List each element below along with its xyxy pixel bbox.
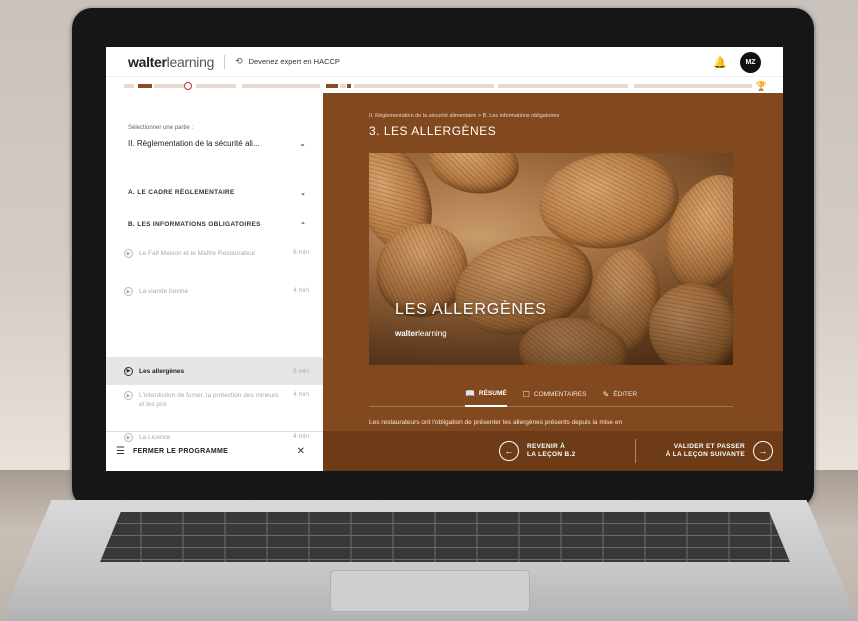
lesson-navigation: ← REVENIR À LA LEÇON B.2 VALIDER ET PASS…	[323, 431, 783, 471]
next-lesson-label: VALIDER ET PASSER À LA LEÇON SUIVANTE	[666, 443, 745, 459]
program-sidebar: Sélectionner une partie : II. Règlementa…	[106, 93, 323, 471]
lesson-tabs: 📖 RÉSUMÉ ☐ COMMENTAIRES ✎ ÉDITER	[369, 383, 733, 407]
progress-segment	[340, 84, 346, 88]
tab-summary-label: RÉSUMÉ	[478, 390, 507, 397]
close-icon[interactable]: ✕	[297, 446, 305, 457]
play-icon: ▶	[124, 366, 133, 376]
hero-brand-light: learning	[418, 329, 447, 338]
logo-light: learning	[166, 53, 215, 70]
tab-comments[interactable]: ☐ COMMENTAIRES	[523, 383, 587, 407]
course-icon: ⟲	[235, 56, 243, 66]
menu-icon: ☰	[116, 446, 125, 457]
pencil-icon: ✎	[602, 390, 610, 399]
section-b-label: B. LES INFORMATIONS OBLIGATOIRES	[128, 221, 261, 228]
close-program-bar[interactable]: ☰ FERMER LE PROGRAMME ✕	[106, 431, 323, 471]
play-icon: ▶	[124, 391, 133, 400]
lesson-hero-image[interactable]: LES ALLERGÈNES walterlearning	[369, 153, 733, 365]
progress-segment-done	[347, 84, 351, 88]
previous-lesson-button[interactable]: ← REVENIR À LA LEÇON B.2	[499, 441, 576, 461]
lesson-item[interactable]: ▶ Le Fait Maison et le Maître Restaurate…	[124, 249, 309, 258]
progress-current-marker	[184, 82, 192, 90]
book-icon: 📖	[464, 389, 475, 398]
chevron-up-icon: ⌃	[300, 222, 306, 229]
lesson-title: L'interdiction de fumer, la protection d…	[139, 392, 279, 408]
tab-edit-label: ÉDITER	[613, 391, 638, 398]
arrow-left-icon: ←	[499, 441, 519, 461]
breadcrumb: II. Règlementation de la sécurité alimen…	[369, 113, 560, 119]
next-lesson-line2: À LA LEÇON SUIVANTE	[665, 451, 745, 458]
progress-segment	[242, 84, 320, 88]
avatar[interactable]: MZ	[740, 52, 761, 73]
chevron-down-icon: ⌄	[299, 139, 306, 148]
section-a-label: A. LE CADRE RÈGLEMENTAIRE	[128, 189, 235, 196]
lesson-item[interactable]: ▶ L'interdiction de fumer, la protection…	[124, 391, 309, 409]
part-select-label: Sélectionner une partie :	[128, 125, 194, 131]
lesson-duration: 4 min	[293, 391, 309, 398]
arrow-right-icon: →	[753, 441, 773, 461]
tab-comments-label: COMMENTAIRES	[533, 391, 587, 398]
chevron-down-icon: ⌄	[300, 190, 306, 197]
progress-segment	[196, 84, 236, 88]
trophy-icon: 🏆	[755, 81, 767, 91]
lesson-duration: 4 min	[293, 287, 309, 294]
lesson-title: Le Fait Maison et le Maître Restaurateur	[139, 250, 256, 257]
hero-brand: walterlearning	[395, 329, 447, 338]
progress-segment	[498, 84, 628, 88]
previous-lesson-line1: REVENIR À	[527, 443, 566, 450]
section-a[interactable]: A. LE CADRE RÈGLEMENTAIRE ⌄	[128, 189, 306, 197]
close-program-label: FERMER LE PROGRAMME	[132, 448, 229, 455]
progress-segment-done	[138, 84, 152, 88]
lesson-item[interactable]: ▶ La viande bovine 4 min	[124, 287, 309, 296]
lesson-content: II. Règlementation de la sécurité alimen…	[323, 93, 783, 471]
progress-segment	[634, 84, 752, 88]
bell-icon[interactable]: 🔔	[713, 56, 727, 69]
progress-segment-done	[326, 84, 338, 88]
hero-brand-bold: walter	[395, 329, 419, 338]
top-header: walterlearning ⟲ Devenez expert en HACCP…	[106, 47, 783, 77]
next-lesson-button[interactable]: VALIDER ET PASSER À LA LEÇON SUIVANTE →	[666, 441, 773, 461]
comment-icon: ☐	[522, 390, 530, 399]
course-title[interactable]: Devenez expert en HACCP	[249, 57, 340, 66]
lesson-title: Les allergènes	[139, 367, 185, 375]
keyboard-rows	[100, 512, 790, 562]
course-progress-bar: 🏆	[106, 81, 783, 91]
play-icon: ▶	[124, 249, 133, 258]
previous-lesson-label: REVENIR À LA LEÇON B.2	[527, 443, 576, 459]
nav-divider	[635, 439, 636, 463]
part-select[interactable]: II. Règlementation de la sécurité ali...…	[128, 139, 306, 148]
progress-segment	[124, 84, 134, 88]
trackpad	[330, 570, 530, 612]
lesson-duration: 8 min	[293, 367, 309, 375]
previous-lesson-line2: LA LEÇON B.2	[527, 451, 576, 458]
header-divider	[224, 54, 226, 69]
laptop-screen: walterlearning ⟲ Devenez expert en HACCP…	[106, 47, 783, 471]
progress-segment	[154, 84, 184, 88]
part-select-value: II. Règlementation de la sécurité ali...	[128, 139, 260, 148]
lesson-duration: 6 min	[293, 249, 309, 256]
tab-summary[interactable]: 📖 RÉSUMÉ	[464, 383, 507, 407]
tab-edit[interactable]: ✎ ÉDITER	[603, 383, 638, 407]
hero-title: LES ALLERGÈNES	[395, 301, 547, 318]
lesson-item-active[interactable]: ▶ Les allergènes 8 min	[106, 357, 323, 385]
walter-learning-logo[interactable]: walterlearning	[128, 54, 214, 70]
lesson-title-heading: 3. LES ALLERGÈNES	[369, 124, 497, 138]
lesson-summary-text: Les restaurateurs ont l'obligation de pr…	[369, 419, 623, 426]
section-b[interactable]: B. LES INFORMATIONS OBLIGATOIRES ⌃	[128, 221, 306, 229]
next-lesson-line1: VALIDER ET PASSER	[673, 443, 745, 450]
progress-segment	[354, 84, 494, 88]
play-icon: ▶	[124, 287, 133, 296]
logo-bold: walter	[128, 53, 167, 70]
lesson-title: La viande bovine	[139, 288, 189, 295]
